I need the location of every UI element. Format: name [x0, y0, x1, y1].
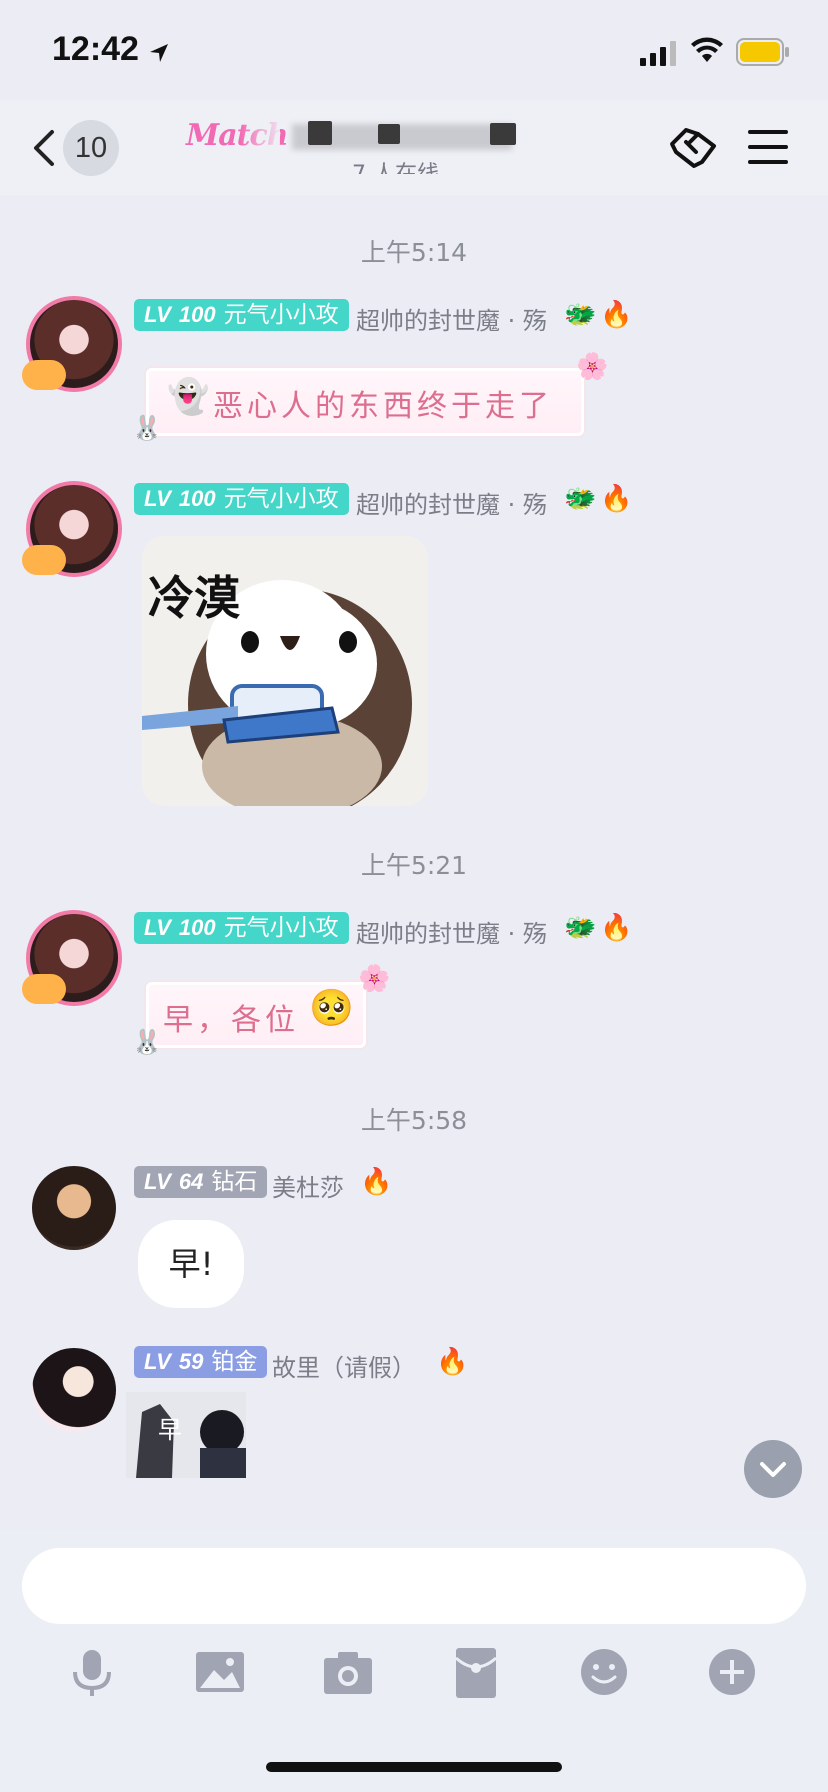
- bunny-decoration-icon: 🐰: [132, 1028, 162, 1056]
- message-bubble[interactable]: 👻 恶心人的东西终于走了: [146, 368, 584, 436]
- message-timestamp: 上午5:21: [360, 851, 468, 880]
- sender-name[interactable]: 超帅的封世魔 · 殇: [356, 485, 547, 520]
- sender-name[interactable]: 超帅的封世魔 · 殇: [356, 301, 547, 336]
- logo-fade: [240, 118, 280, 160]
- sticker-caption: 早: [158, 1416, 182, 1444]
- dragon-badge-icon: 🐲: [564, 484, 597, 514]
- battery-icon: [736, 38, 789, 66]
- microphone-icon[interactable]: [62, 1642, 122, 1702]
- fire-badge-icon: 🔥: [600, 484, 633, 514]
- message-text: 恶心人的东西终于走了: [213, 389, 553, 424]
- wifi-icon: [691, 37, 723, 62]
- message-bubble[interactable]: 早!: [138, 1220, 244, 1308]
- message-timestamp: 上午5:14: [360, 238, 468, 267]
- fire-badge-icon: 🔥: [600, 913, 633, 943]
- level-badge: LV 100 元气小小攻: [134, 299, 349, 331]
- sender-name[interactable]: 美杜莎: [272, 1168, 344, 1203]
- plus-icon[interactable]: [702, 1642, 762, 1702]
- handshake-icon[interactable]: [668, 124, 720, 172]
- fire-badge-icon: 🔥: [360, 1167, 393, 1197]
- fire-badge-icon: 🔥: [436, 1347, 469, 1377]
- avatar[interactable]: [32, 1348, 116, 1432]
- pleading-face-emoji-icon: 🥺: [309, 988, 358, 1029]
- flower-decoration-icon: 🌸: [576, 352, 609, 382]
- avatar-frame-decoration: [22, 974, 66, 1004]
- message-input[interactable]: [22, 1548, 806, 1624]
- dragon-badge-icon: 🐲: [564, 913, 597, 943]
- redacted-block: [308, 121, 332, 145]
- status-time: 12:42: [52, 30, 139, 68]
- emoji-icon[interactable]: [574, 1642, 634, 1702]
- sender-name[interactable]: 故里（请假）: [272, 1348, 416, 1383]
- avatar-frame-decoration: [22, 545, 66, 575]
- level-badge: LV 64 钻石: [134, 1166, 268, 1198]
- level-badge: LV 100 元气小小攻: [134, 483, 349, 515]
- flower-decoration-icon: 🌸: [358, 964, 391, 994]
- message-bubble[interactable]: 早，各位 🥺: [146, 982, 366, 1048]
- message-text: 早!: [168, 1245, 214, 1283]
- redacted-block: [490, 123, 516, 145]
- sticker-image[interactable]: 冷漠: [142, 536, 428, 806]
- level-badge: LV 59 铂金: [134, 1346, 268, 1378]
- cellular-signal-icon: [640, 41, 676, 66]
- scroll-to-bottom-button[interactable]: [744, 1440, 802, 1498]
- back-chevron-icon[interactable]: [30, 128, 60, 168]
- bunny-decoration-icon: 🐰: [132, 414, 162, 442]
- home-indicator[interactable]: [266, 1762, 562, 1772]
- avatar-frame-decoration: [22, 360, 66, 390]
- sticker-caption: 冷漠: [148, 571, 240, 625]
- camera-icon[interactable]: [318, 1642, 378, 1702]
- avatar[interactable]: [32, 1166, 116, 1250]
- red-packet-icon[interactable]: [446, 1642, 506, 1702]
- redacted-block: [378, 124, 400, 144]
- sender-name[interactable]: 超帅的封世魔 · 殇: [356, 914, 547, 949]
- boy-sticker-icon: [126, 1392, 246, 1478]
- image-icon[interactable]: [190, 1642, 250, 1702]
- message-text: 早，各位: [163, 1003, 299, 1038]
- location-arrow-icon: [150, 44, 168, 62]
- level-badge: LV 100 元气小小攻: [134, 912, 349, 944]
- chevron-down-icon: [760, 1462, 786, 1477]
- dragon-badge-icon: 🐲: [564, 300, 597, 330]
- message-timestamp: 上午5:58: [360, 1106, 468, 1135]
- unread-count-badge[interactable]: 10: [63, 120, 119, 176]
- online-count: 7 人在线: [352, 156, 439, 174]
- fire-badge-icon: 🔥: [600, 300, 633, 330]
- ghost-icon: 👻: [167, 377, 214, 417]
- sticker-image[interactable]: 早: [126, 1392, 246, 1478]
- menu-icon[interactable]: [748, 130, 788, 164]
